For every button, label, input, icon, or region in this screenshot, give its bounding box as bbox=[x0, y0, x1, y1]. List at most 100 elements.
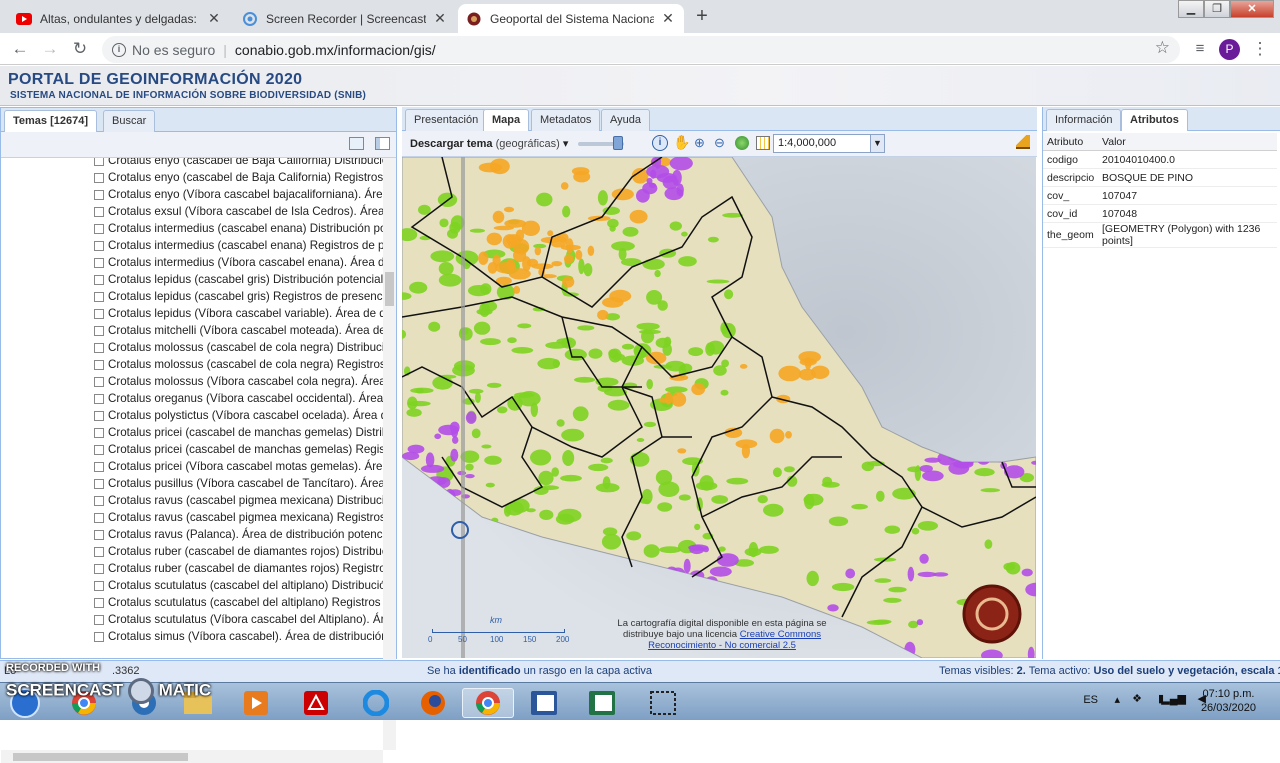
pdf-taskbar-icon[interactable] bbox=[290, 688, 342, 718]
layer-checkbox[interactable] bbox=[94, 241, 104, 251]
layer-item[interactable]: Crotalus intermedius (cascabel enana) Di… bbox=[94, 220, 384, 237]
layer-item[interactable]: Crotalus pricei (cascabel de manchas gem… bbox=[94, 441, 384, 458]
layer-checkbox[interactable] bbox=[94, 326, 104, 336]
layer-item[interactable]: Crotalus intermedius (cascabel enana) Re… bbox=[94, 237, 384, 254]
scrollbar-thumb[interactable] bbox=[385, 272, 394, 306]
layer-checkbox[interactable] bbox=[94, 258, 104, 268]
layer-item[interactable]: Crotalus molossus (cascabel de cola negr… bbox=[94, 339, 384, 356]
layer-checkbox[interactable] bbox=[94, 292, 104, 302]
firefox-taskbar-icon[interactable] bbox=[407, 688, 459, 718]
layer-checkbox[interactable] bbox=[94, 158, 104, 166]
globe-icon[interactable] bbox=[735, 136, 749, 150]
close-tab-icon[interactable]: ✕ bbox=[206, 10, 222, 27]
info-icon[interactable]: i bbox=[112, 43, 126, 57]
layer-checkbox[interactable] bbox=[94, 411, 104, 421]
layer-checkbox[interactable] bbox=[94, 224, 104, 234]
minimize-button[interactable]: ▁ bbox=[1178, 0, 1204, 18]
forward-icon[interactable]: → bbox=[40, 39, 60, 59]
layer-checkbox[interactable] bbox=[94, 377, 104, 387]
layer-checkbox[interactable] bbox=[94, 496, 104, 506]
layer-checkbox[interactable] bbox=[94, 207, 104, 217]
hscrollbar-thumb[interactable] bbox=[13, 753, 188, 761]
clock[interactable]: 07:10 p.m.26/03/2020 bbox=[1201, 687, 1256, 715]
layer-checkbox[interactable] bbox=[94, 581, 104, 591]
word-taskbar-icon[interactable] bbox=[518, 688, 570, 718]
layer-item[interactable]: Crotalus polystictus (Víbora cascabel oc… bbox=[94, 407, 384, 424]
attribute-row[interactable]: cov_id107048 bbox=[1043, 205, 1277, 223]
network-icon[interactable]: ▂▄▆ bbox=[1161, 692, 1186, 705]
chrome-active-taskbar-icon[interactable] bbox=[462, 688, 514, 718]
layer-item[interactable]: Crotalus lepidus (cascabel gris) Distrib… bbox=[94, 271, 384, 288]
tab-ayuda[interactable]: Ayuda bbox=[601, 109, 650, 131]
attribute-row[interactable]: the_geom[GEOMETRY (Polygon) with 1236 po… bbox=[1043, 223, 1277, 248]
layer-item[interactable]: Crotalus ruber (cascabel de diamantes ro… bbox=[94, 560, 384, 577]
browser-tab-screencast[interactable]: Screen Recorder | Screencast-O-I ✕ bbox=[234, 4, 456, 33]
layer-checkbox[interactable] bbox=[94, 462, 104, 472]
layer-item[interactable]: Crotalus exsul (Víbora cascabel de Isla … bbox=[94, 203, 384, 220]
reading-list-icon[interactable]: ≡ bbox=[1190, 39, 1210, 59]
layer-item[interactable]: Crotalus pricei (cascabel de manchas gem… bbox=[94, 424, 384, 441]
tab-informacion[interactable]: Información bbox=[1046, 109, 1121, 131]
pan-hand-icon[interactable]: ✋ bbox=[673, 134, 690, 151]
browser-tab-youtube[interactable]: Altas, ondulantes y delgadas: Bo ✕ bbox=[8, 4, 230, 33]
layer-checkbox[interactable] bbox=[94, 343, 104, 353]
identify-icon[interactable]: i bbox=[652, 135, 668, 151]
scale-select[interactable]: 1:4,000,000▼ bbox=[773, 134, 885, 153]
media-player-taskbar-icon[interactable] bbox=[230, 688, 282, 718]
layer-item[interactable]: Crotalus lepidus (cascabel gris) Registr… bbox=[94, 288, 384, 305]
license-link-2[interactable]: Reconocimiento - No comercial 2.5 bbox=[648, 640, 796, 651]
map-canvas[interactable]: km 0 50 100 150 200 La cartografía digit… bbox=[402, 157, 1036, 658]
tab-buscar[interactable]: Buscar bbox=[103, 110, 155, 132]
layer-checkbox[interactable] bbox=[94, 445, 104, 455]
layer-checkbox[interactable] bbox=[94, 615, 104, 625]
layer-checkbox[interactable] bbox=[94, 173, 104, 183]
layer-item[interactable]: Crotalus pricei (Víbora cascabel motas g… bbox=[94, 458, 384, 475]
layer-item[interactable]: Crotalus scutulatus (cascabel del altipl… bbox=[94, 594, 384, 611]
layer-checkbox[interactable] bbox=[94, 513, 104, 523]
layer-item[interactable]: Crotalus scutulatus (cascabel del altipl… bbox=[94, 577, 384, 594]
clear-broom-icon[interactable] bbox=[1016, 135, 1030, 149]
layer-item[interactable]: Crotalus ravus (cascabel pigmea mexicana… bbox=[94, 492, 384, 509]
layer-checkbox[interactable] bbox=[94, 479, 104, 489]
avatar[interactable]: P bbox=[1219, 39, 1240, 60]
new-tab-button[interactable]: + bbox=[690, 6, 714, 28]
ie-taskbar-icon[interactable] bbox=[350, 688, 402, 718]
grid-icon[interactable] bbox=[756, 136, 770, 150]
layer-item[interactable]: Crotalus enyo (cascabel de Baja Californ… bbox=[94, 169, 384, 186]
layer-checkbox[interactable] bbox=[94, 394, 104, 404]
close-tab-icon[interactable]: ✕ bbox=[432, 10, 448, 27]
layer-item[interactable]: Crotalus ruber (cascabel de diamantes ro… bbox=[94, 543, 384, 560]
layer-item[interactable]: Crotalus oreganus (Víbora cascabel occid… bbox=[94, 390, 384, 407]
layer-item[interactable]: Crotalus simus (Víbora cascabel). Área d… bbox=[94, 628, 384, 645]
layer-checkbox[interactable] bbox=[94, 632, 104, 642]
layer-checkbox[interactable] bbox=[94, 275, 104, 285]
language-indicator[interactable]: ES bbox=[1083, 694, 1098, 706]
layer-item[interactable]: Crotalus molossus (cascabel de cola negr… bbox=[94, 356, 384, 373]
layer-item[interactable]: Crotalus lepidus (Víbora cascabel variab… bbox=[94, 305, 384, 322]
land-use-map[interactable] bbox=[402, 157, 1036, 658]
attribute-row[interactable]: codigo20104010400.0 bbox=[1043, 151, 1277, 169]
layer-checkbox[interactable] bbox=[94, 564, 104, 574]
layer-checkbox[interactable] bbox=[94, 428, 104, 438]
download-menu[interactable]: Descargar tema (geográficas) ▾ bbox=[410, 137, 568, 150]
layer-checkbox[interactable] bbox=[94, 547, 104, 557]
layer-item[interactable]: Crotalus intermedius (Víbora cascabel en… bbox=[94, 254, 384, 271]
attribute-row[interactable]: cov_107047 bbox=[1043, 187, 1277, 205]
dropbox-icon[interactable]: ❖ bbox=[1132, 692, 1142, 705]
close-window-button[interactable]: ✕ bbox=[1230, 0, 1274, 18]
layer-checkbox[interactable] bbox=[94, 360, 104, 370]
layer-item[interactable]: Crotalus ravus (Palanca). Área de distri… bbox=[94, 526, 384, 543]
layer-item[interactable]: Crotalus enyo (cascabel de Baja Californ… bbox=[94, 158, 384, 169]
browser-tab-geoportal[interactable]: Geoportal del Sistema Nacional d ✕ bbox=[458, 4, 684, 33]
reload-icon[interactable]: ↻ bbox=[70, 39, 90, 59]
bookmark-star-icon[interactable]: ☆ bbox=[1155, 38, 1170, 58]
zoom-out-icon[interactable]: ⊖ bbox=[714, 135, 725, 151]
layer-item[interactable]: Crotalus enyo (Víbora cascabel bajacalif… bbox=[94, 186, 384, 203]
excel-taskbar-icon[interactable] bbox=[576, 688, 628, 718]
tab-mapa[interactable]: Mapa bbox=[483, 109, 529, 131]
url-bar[interactable]: i No es seguro | conabio.gob.mx/informac… bbox=[102, 36, 1180, 63]
zoom-in-icon[interactable]: ⊕ bbox=[694, 135, 705, 151]
tab-atributos[interactable]: Atributos bbox=[1121, 109, 1188, 131]
layer-checkbox[interactable] bbox=[94, 190, 104, 200]
snipping-taskbar-icon[interactable] bbox=[637, 688, 689, 718]
